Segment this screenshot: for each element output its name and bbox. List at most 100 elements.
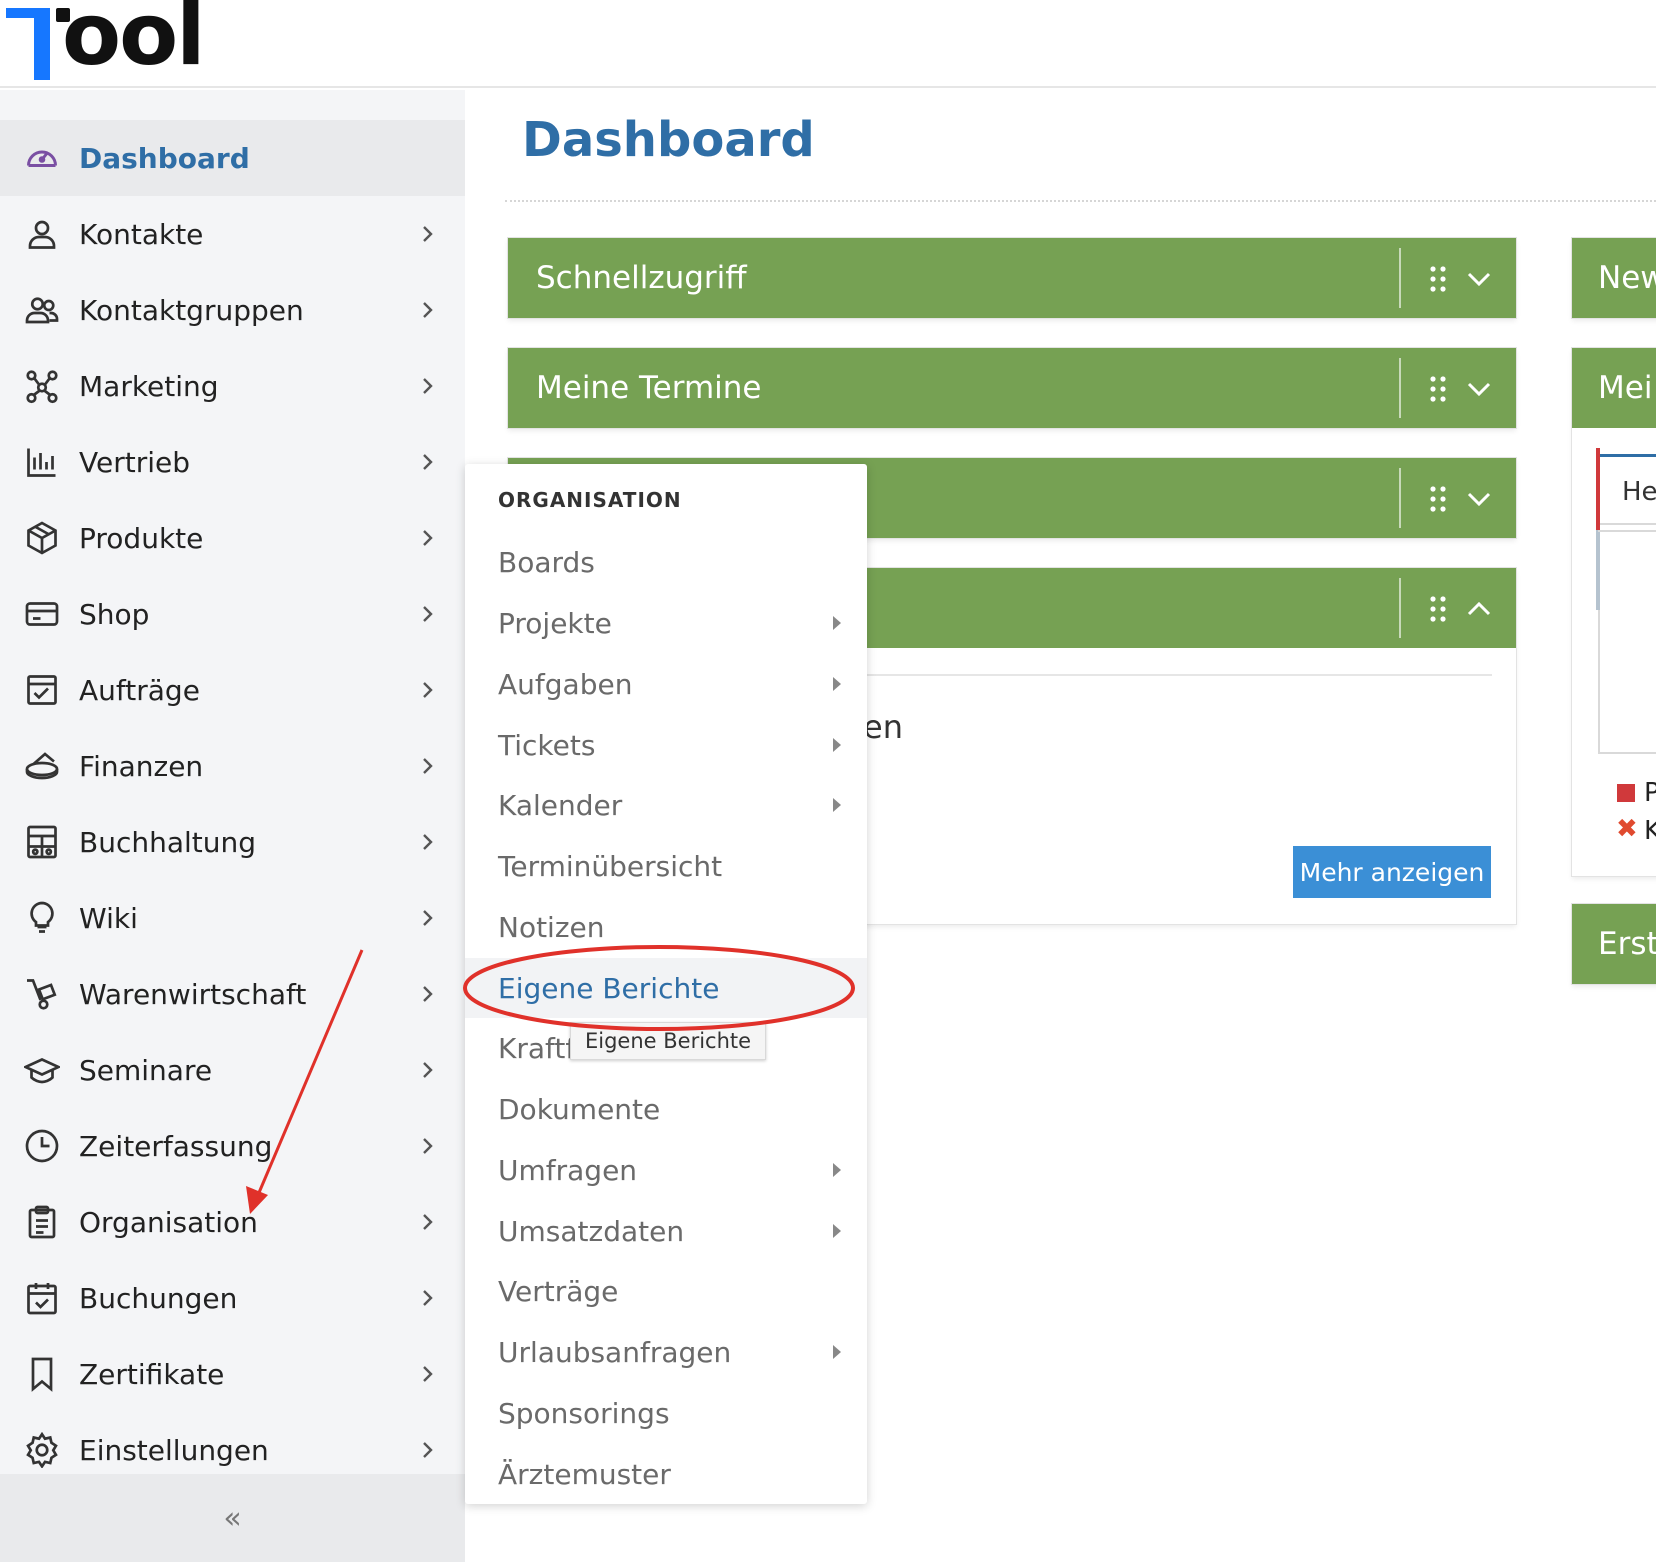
- credit-card-icon: [22, 594, 62, 634]
- flyout-item-umfragen[interactable]: Umfragen: [465, 1140, 867, 1200]
- widget-header-divider: [1399, 578, 1401, 638]
- chart-panel: He: [1598, 454, 1656, 754]
- flyout-item-label: Ärztemuster: [498, 1457, 671, 1491]
- sidebar-item-label: Seminare: [79, 1053, 213, 1087]
- sidebar-item-wiki[interactable]: Wiki: [0, 880, 465, 956]
- caret-right-icon: [833, 616, 841, 630]
- sidebar-item-vertrieb[interactable]: Vertrieb: [0, 424, 465, 500]
- flyout-item-aufgaben[interactable]: Aufgaben: [465, 654, 867, 714]
- widget-header[interactable]: Schnellzugriff: [508, 238, 1516, 318]
- drag-handle-icon[interactable]: [1428, 594, 1448, 624]
- legend-label: P: [1644, 778, 1656, 808]
- sidebar-item-label: Produkte: [79, 521, 204, 555]
- sidebar-item-shop[interactable]: Shop: [0, 576, 465, 652]
- sidebar-item-buchhaltung[interactable]: Buchhaltung: [0, 804, 465, 880]
- sidebar-item-seminare[interactable]: Seminare: [0, 1032, 465, 1108]
- sidebar-item-auftraege[interactable]: Aufträge: [0, 652, 465, 728]
- chevron-right-icon: [423, 226, 433, 242]
- title-divider: [505, 200, 1656, 202]
- user-icon: [22, 214, 62, 254]
- sidebar-item-zeiterfassung[interactable]: Zeiterfassung: [0, 1108, 465, 1184]
- flyout-heading: ORGANISATION: [498, 488, 682, 512]
- chevron-right-icon: [423, 834, 433, 850]
- flyout-item-kalender[interactable]: Kalender: [465, 775, 867, 835]
- sidebar: Dashboard Kontakte Kontaktgruppen Market…: [0, 90, 465, 1562]
- flyout-item-label: Kraftf: [498, 1031, 576, 1065]
- flyout-item-urlaubsanfragen[interactable]: Urlaubsanfragen: [465, 1322, 867, 1382]
- flyout-item-dokumente[interactable]: Dokumente: [465, 1079, 867, 1139]
- chevron-right-icon: [423, 302, 433, 318]
- sidebar-collapse-button[interactable]: «: [0, 1474, 465, 1562]
- flyout-item-sponsorings[interactable]: Sponsorings: [465, 1383, 867, 1443]
- sidebar-item-label: Dashboard: [79, 141, 250, 175]
- sidebar-item-zertifikate[interactable]: Zertifikate: [0, 1336, 465, 1412]
- sidebar-item-finanzen[interactable]: Finanzen: [0, 728, 465, 804]
- calendar-check-icon: [22, 1278, 62, 1318]
- sidebar-item-buchungen[interactable]: Buchungen: [0, 1260, 465, 1336]
- drag-handle-icon[interactable]: [1428, 374, 1448, 404]
- bookmark-icon: [22, 1354, 62, 1394]
- widget-header[interactable]: Meine Termine: [508, 348, 1516, 428]
- chevron-right-icon: [423, 910, 433, 926]
- show-more-button[interactable]: Mehr anzeigen: [1293, 846, 1491, 898]
- chevron-down-icon[interactable]: [1466, 266, 1492, 292]
- widget-header[interactable]: Erst: [1572, 904, 1656, 984]
- widget-header-divider: [1399, 468, 1401, 528]
- chevron-right-icon: [423, 1062, 433, 1078]
- sidebar-item-organisation[interactable]: Organisation: [0, 1184, 465, 1260]
- sidebar-item-kontaktgruppen[interactable]: Kontaktgruppen: [0, 272, 465, 348]
- widget-meine-termine: Meine Termine: [508, 348, 1516, 428]
- widget-header[interactable]: New: [1572, 238, 1656, 318]
- sidebar-item-warenwirtschaft[interactable]: Warenwirtschaft: [0, 956, 465, 1032]
- sidebar-item-label: Zertifikate: [79, 1357, 225, 1391]
- flyout-item-tickets[interactable]: Tickets: [465, 715, 867, 775]
- chevron-down-icon[interactable]: [1466, 376, 1492, 402]
- sidebar-item-kontakte[interactable]: Kontakte: [0, 196, 465, 272]
- chevron-right-icon: [423, 530, 433, 546]
- flyout-item-terminuebersicht[interactable]: Terminübersicht: [465, 836, 867, 896]
- flyout-item-aerztemuster[interactable]: Ärztemuster: [465, 1444, 867, 1504]
- chevron-right-icon: [423, 1290, 433, 1306]
- network-icon: [22, 366, 62, 406]
- widget-header[interactable]: Mei: [1572, 348, 1656, 428]
- calculator-icon: [22, 822, 62, 862]
- sidebar-item-label: Kontaktgruppen: [79, 293, 304, 327]
- users-icon: [22, 290, 62, 330]
- flyout-item-label: Notizen: [498, 910, 605, 944]
- chevron-right-icon: [423, 1366, 433, 1382]
- drag-handle-icon[interactable]: [1428, 484, 1448, 514]
- flyout-item-vertraege[interactable]: Verträge: [465, 1261, 867, 1321]
- chevron-down-icon[interactable]: [1466, 486, 1492, 512]
- widget-right-2: Mei He P ✖ K: [1572, 348, 1656, 876]
- chevron-right-icon: [423, 1214, 433, 1230]
- logo-text: ool: [62, 0, 206, 85]
- hand-truck-icon: [22, 974, 62, 1014]
- flyout-item-projekte[interactable]: Projekte: [465, 593, 867, 653]
- caret-right-icon: [833, 798, 841, 812]
- drag-handle-icon[interactable]: [1428, 264, 1448, 294]
- sidebar-item-dashboard[interactable]: Dashboard: [0, 120, 465, 196]
- flyout-item-notizen[interactable]: Notizen: [465, 897, 867, 957]
- chevron-up-icon[interactable]: [1466, 596, 1492, 622]
- chevron-right-icon: [423, 1442, 433, 1458]
- chart-bar-red: [1596, 448, 1600, 530]
- flyout-item-label: Projekte: [498, 606, 612, 640]
- flyout-item-umsatzdaten[interactable]: Umsatzdaten: [465, 1201, 867, 1261]
- box-icon: [22, 518, 62, 558]
- sidebar-item-label: Buchungen: [79, 1281, 238, 1315]
- widget-right-1: New: [1572, 238, 1656, 318]
- flyout-item-boards[interactable]: Boards: [465, 532, 867, 592]
- sidebar-item-produkte[interactable]: Produkte: [0, 500, 465, 576]
- sidebar-item-marketing[interactable]: Marketing: [0, 348, 465, 424]
- flyout-item-eigene-berichte[interactable]: Eigene Berichte: [465, 958, 867, 1018]
- widget-title: Mei: [1598, 370, 1653, 406]
- chevron-right-icon: [423, 454, 433, 470]
- caret-right-icon: [833, 1345, 841, 1359]
- chevron-right-icon: [423, 758, 433, 774]
- sidebar-item-label: Finanzen: [79, 749, 204, 783]
- sidebar-item-label: Zeiterfassung: [79, 1129, 273, 1163]
- empty-state-text: en: [863, 708, 903, 746]
- flyout-item-label: Boards: [498, 545, 595, 579]
- sidebar-item-label: Vertrieb: [79, 445, 190, 479]
- caret-right-icon: [833, 1163, 841, 1177]
